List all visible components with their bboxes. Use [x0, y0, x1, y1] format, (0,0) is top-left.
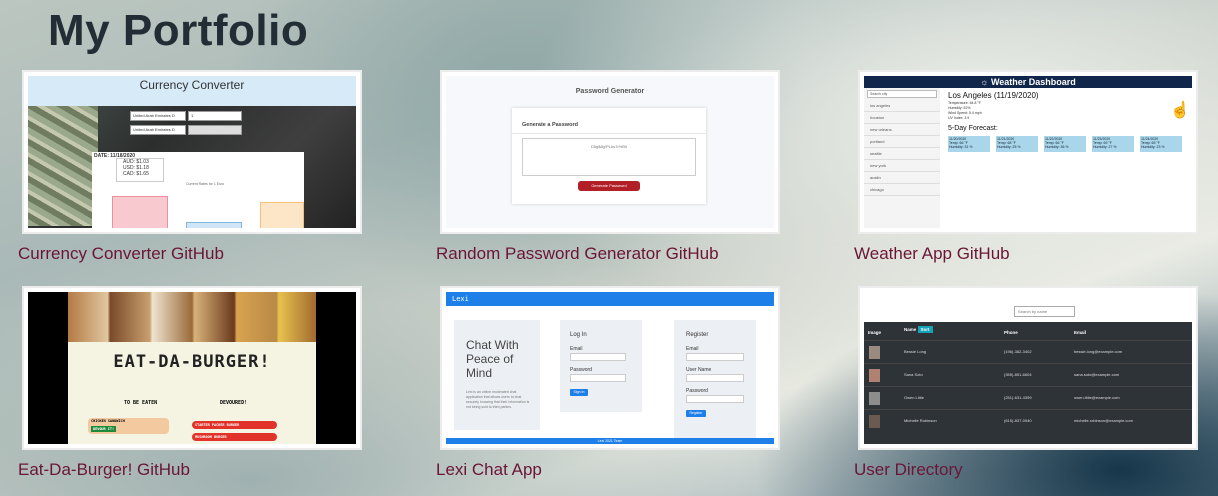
project-thumbnail[interactable]: Currency Converter United Arab Emirates …: [22, 70, 362, 234]
project-link-user-directory[interactable]: User Directory: [854, 460, 1198, 480]
project-thumbnail[interactable]: EAT-DA-BURGER! TO BE EATEN DEVOURED! CHI…: [22, 286, 362, 450]
project-card-eat-da-burger: EAT-DA-BURGER! TO BE EATEN DEVOURED! CHI…: [18, 286, 362, 480]
preview-heading: EAT-DA-BURGER!: [113, 352, 271, 372]
preview-chart: DATE: 11/18/2020 AUD: $1.03 USD: $1.18 C…: [92, 152, 304, 228]
preview-heading: Password Generator: [575, 88, 645, 95]
generate-password-button: Generate Password: [578, 181, 640, 191]
project-thumbnail[interactable]: Password Generator Generate a Password D…: [440, 70, 780, 234]
page-title: My Portfolio: [48, 6, 309, 55]
project-card-weather-app: ☼ Weather Dashboard Search city los ange…: [854, 70, 1198, 264]
project-card-currency-converter: Currency Converter United Arab Emirates …: [18, 70, 362, 264]
project-link-weather-app[interactable]: Weather App GitHub: [854, 244, 1198, 264]
preview-brand: Lexi: [446, 292, 774, 306]
project-thumbnail[interactable]: Lexi Chat With Peace of Mind Lexi is an …: [440, 286, 780, 450]
project-thumbnail[interactable]: Search by name Image Name Sort Phone Ema…: [858, 286, 1198, 450]
project-link-eat-da-burger[interactable]: Eat-Da-Burger! GitHub: [18, 460, 362, 480]
project-card-lexi-chat: Lexi Chat With Peace of Mind Lexi is an …: [436, 286, 780, 480]
project-card-password-generator: Password Generator Generate a Password D…: [436, 70, 780, 264]
project-link-password-generator[interactable]: Random Password Generator GitHub: [436, 244, 780, 264]
hand-cursor-icon: ☝: [1170, 102, 1190, 119]
project-link-lexi-chat[interactable]: Lexi Chat App: [436, 460, 780, 480]
preview-heading: ☼ Weather Dashboard: [864, 76, 1192, 88]
preview-heading: Currency Converter: [139, 78, 245, 92]
project-thumbnail[interactable]: ☼ Weather Dashboard Search city los ange…: [858, 70, 1198, 234]
project-card-user-directory: Search by name Image Name Sort Phone Ema…: [854, 286, 1198, 480]
project-link-currency-converter[interactable]: Currency Converter GitHub: [18, 244, 362, 264]
